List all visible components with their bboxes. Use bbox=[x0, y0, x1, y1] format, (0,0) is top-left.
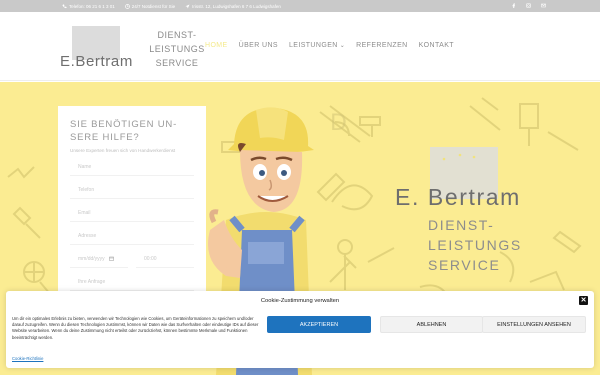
logo-name[interactable]: E.Bertram bbox=[60, 53, 133, 70]
date-time-row: mm/dd/yyyy 00:00 bbox=[70, 245, 194, 268]
name-field[interactable]: Name bbox=[70, 159, 194, 176]
hero-brand-name: E. Bertram bbox=[395, 184, 521, 210]
nav-leistungen[interactable]: LEISTUNGEN ⌄ bbox=[289, 42, 345, 49]
nav-leistungen-label: LEISTUNGEN bbox=[288, 42, 338, 49]
date-field[interactable]: mm/dd/yyyy bbox=[70, 251, 128, 268]
cookie-consent-banner: Cookie-Zustimmung verwalten ✕ Um dir ein… bbox=[6, 291, 594, 368]
main-nav: HOME ÜBER UNS LEISTUNGEN ⌄ REFERENZEN KON… bbox=[205, 42, 454, 49]
phone-info[interactable]: Telefon: 06 21 6 1 3 01 bbox=[62, 4, 115, 9]
site-header: E.Bertram DIENST- LEISTUNGS SERVICE HOME… bbox=[0, 12, 600, 81]
date-placeholder: mm/dd/yyyy bbox=[78, 256, 105, 262]
phone-field[interactable]: Telefon bbox=[70, 182, 194, 199]
close-icon[interactable]: ✕ bbox=[579, 296, 588, 305]
hero-brand-tagline: DIENST- LEISTUNGS SERVICE bbox=[428, 217, 522, 273]
accept-button[interactable]: AKZEPTIEREN bbox=[267, 316, 371, 333]
contact-form: SIE BENÖTIGEN UN- SERE HILFE? Unsere Exp… bbox=[58, 106, 206, 306]
chevron-down-icon: ⌄ bbox=[339, 43, 346, 49]
top-info-bar: Telefon: 06 21 6 1 3 01 24/7 Notdienst f… bbox=[0, 0, 600, 12]
nav-ueber-uns[interactable]: ÜBER UNS bbox=[239, 42, 278, 49]
cookie-title: Cookie-Zustimmung verwalten bbox=[260, 298, 340, 304]
svg-text:D: D bbox=[330, 111, 347, 136]
nav-referenzen[interactable]: REFERENZEN bbox=[356, 42, 407, 49]
facebook-icon[interactable] bbox=[511, 3, 516, 8]
email-field[interactable]: Email bbox=[70, 205, 194, 222]
email-icon[interactable] bbox=[541, 3, 546, 8]
calendar-icon bbox=[108, 256, 114, 263]
hours-info: 24/7 Notdienst für Sie bbox=[124, 3, 176, 9]
message-field[interactable]: Ihre Anfrage bbox=[70, 274, 194, 291]
hours-text: 24/7 Notdienst für Sie bbox=[131, 3, 176, 9]
cookie-policy-link[interactable]: Cookie-Richtlinie bbox=[12, 356, 43, 361]
address-field[interactable]: Adresse bbox=[70, 228, 194, 245]
phone-icon bbox=[62, 4, 67, 9]
deny-button[interactable]: ABLEHNEN bbox=[380, 316, 483, 333]
address-text: Irisstr. 12, Ludwigshafen 6 7 6 Ludwigsh… bbox=[192, 3, 281, 9]
nav-home[interactable]: HOME bbox=[205, 42, 228, 49]
form-subheading: Unsere Experten freuen sich von Handwerk… bbox=[70, 148, 176, 153]
social-links bbox=[511, 3, 546, 8]
cookie-text: Um dir ein optimales Erlebnis zu bieten,… bbox=[12, 316, 259, 340]
instagram-icon[interactable] bbox=[526, 3, 531, 8]
logo-tagline: DIENST- LEISTUNGS SERVICE bbox=[149, 30, 205, 68]
clock-icon bbox=[124, 3, 130, 9]
location-arrow-icon bbox=[185, 4, 190, 9]
phone-text: Telefon: 06 21 6 1 3 01 bbox=[69, 3, 115, 9]
form-heading: SIE BENÖTIGEN UN- SERE HILFE? bbox=[70, 119, 178, 143]
nav-kontakt[interactable]: KONTAKT bbox=[419, 42, 454, 49]
view-preferences-button[interactable]: EINSTELLUNGEN ANSEHEN bbox=[482, 316, 586, 333]
address-info: Irisstr. 12, Ludwigshafen 6 7 6 Ludwigsh… bbox=[185, 4, 281, 9]
time-field[interactable]: 00:00 bbox=[136, 251, 194, 268]
